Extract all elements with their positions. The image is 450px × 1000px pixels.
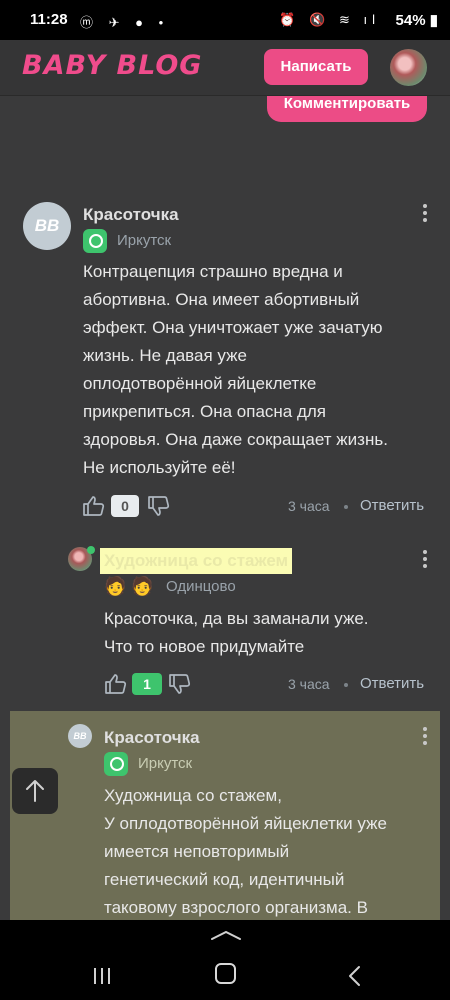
comment-author[interactable]: Красоточка (104, 728, 200, 748)
battery-level: 54% ▮ (395, 12, 438, 29)
kebab-icon[interactable] (420, 727, 430, 748)
thumb-up-icon[interactable] (104, 673, 128, 695)
thumb-up-icon[interactable] (82, 495, 106, 517)
home-icon[interactable] (215, 963, 236, 984)
separator-dot (344, 683, 348, 687)
arrow-up-icon (26, 780, 44, 802)
reply-link[interactable]: Ответить (360, 497, 424, 514)
user-avatar[interactable] (390, 49, 427, 86)
status-bar: 11:28 ⓜ ✈ ● • ⏰ 🔇 ≋ ıl 54% ▮ (0, 0, 450, 40)
write-button[interactable]: Написать (264, 49, 368, 85)
thumb-down-icon[interactable] (168, 673, 192, 695)
comment-author[interactable]: Красоточка (83, 205, 179, 225)
comment-button[interactable]: Комментировать (267, 96, 427, 122)
site-header: BABY BLOG Написать (0, 40, 450, 96)
recents-icon[interactable] (92, 966, 112, 986)
comment-author[interactable]: Художница со стажем (100, 548, 293, 574)
likes-count: 0 (111, 495, 139, 517)
avatar[interactable]: BB (23, 202, 71, 250)
site-logo[interactable]: BABY BLOG (22, 50, 202, 81)
kebab-icon[interactable] (420, 204, 430, 225)
clock-icon (83, 229, 107, 253)
thumb-down-icon[interactable] (147, 495, 171, 517)
comment-city: Иркутск (138, 755, 193, 772)
badge-icons: 🧑 🧑 (104, 576, 154, 596)
notification-icons: ⓜ ✈ ● • (80, 15, 170, 30)
clock-icon (104, 752, 128, 776)
comment-text: Красоточка, да вы заманали уже. Что то н… (104, 609, 369, 656)
status-time: 11:28 (30, 11, 68, 28)
comment-text: Художница со стажем, У оплодотворённой я… (104, 786, 387, 917)
comment-text: Контрацепция страшно вредна и абортивна.… (83, 262, 388, 477)
kebab-icon[interactable] (420, 550, 430, 571)
system-icons: ⏰ 🔇 ≋ ıl (279, 12, 380, 27)
comment-time: 3 часа (288, 498, 330, 514)
online-indicator (87, 546, 95, 554)
system-navigation-bar (0, 920, 450, 1000)
chevron-up-icon[interactable] (210, 929, 242, 941)
avatar[interactable]: BB (68, 724, 92, 748)
comment-time: 3 часа (288, 676, 330, 692)
back-icon[interactable] (347, 965, 361, 987)
separator-dot (344, 505, 348, 509)
comment-city: Иркутск (117, 232, 172, 249)
reply-link[interactable]: Ответить (360, 675, 424, 692)
comment-city: Одинцово (166, 578, 236, 595)
likes-count: 1 (132, 673, 162, 695)
scroll-top-button[interactable] (12, 768, 58, 814)
